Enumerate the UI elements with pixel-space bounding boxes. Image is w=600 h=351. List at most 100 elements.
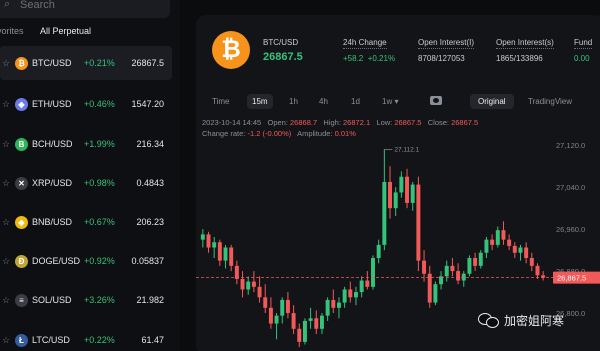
- bitcoin-cash-icon: B: [15, 137, 28, 151]
- tab-favorites[interactable]: avorites: [0, 26, 24, 36]
- candle-body: [433, 284, 438, 303]
- market-symbol: LTC/USD: [32, 335, 70, 345]
- market-row-bch[interactable]: ☆ B BCH/USD +1.99% 216.34: [0, 127, 172, 161]
- candle-body: [529, 257, 534, 266]
- market-symbol: SOL/USD: [32, 295, 72, 305]
- candle-body: [268, 307, 273, 324]
- market-symbol: DOGE/USD: [32, 256, 81, 266]
- solana-icon: ≡: [15, 293, 28, 307]
- candle-body: [518, 247, 523, 253]
- stat-label: 24h Change: [343, 38, 387, 49]
- stat-value: 8708/127053: [418, 54, 465, 63]
- market-row-ltc[interactable]: ☆ Ł LTC/USD +0.22% 61.47: [0, 323, 172, 351]
- interval-1h[interactable]: 1h: [289, 97, 298, 106]
- search-box[interactable]: ⌕ Search: [0, 0, 170, 18]
- xrp-icon: ✕: [15, 176, 28, 190]
- candle-body: [348, 289, 353, 298]
- star-icon[interactable]: ☆: [2, 99, 10, 110]
- candle-body: [507, 239, 512, 246]
- candle-body: [285, 299, 290, 314]
- star-icon[interactable]: ☆: [2, 58, 10, 69]
- interval-4h[interactable]: 4h: [319, 97, 328, 106]
- interval-1w[interactable]: 1w ▾: [382, 97, 398, 106]
- candle-body: [484, 239, 489, 253]
- price-axis-label: 27,040.0: [556, 183, 585, 192]
- time-button[interactable]: Time: [212, 97, 229, 106]
- market-change: +1.99%: [84, 139, 115, 149]
- candle-body: [319, 315, 324, 329]
- candle-body: [200, 234, 205, 240]
- candle-body: [405, 176, 410, 203]
- ohlc-info: 2023-10-14 14:45 Open: 26868.7 High: 268…: [202, 118, 479, 138]
- candle-body: [274, 315, 279, 324]
- candle-body: [416, 184, 421, 261]
- bitcoin-logo-icon: ₿: [212, 31, 250, 69]
- stat-open-interest-i: Open Interest(I) 8708/127053: [418, 38, 475, 63]
- stat-label[interactable]: Open Interest(s): [496, 38, 554, 49]
- wechat-icon: [478, 312, 500, 329]
- market-price: 1547.20: [131, 99, 164, 109]
- last-price: 26867.5: [263, 51, 303, 63]
- original-chart-tab[interactable]: Original: [470, 94, 514, 109]
- market-price: 206.23: [136, 217, 164, 227]
- star-icon[interactable]: ☆: [2, 178, 10, 189]
- market-change: +3.26%: [84, 295, 115, 305]
- stat-label[interactable]: Open Interest(I): [418, 38, 475, 49]
- star-icon[interactable]: ☆: [2, 256, 10, 267]
- candle-body: [217, 242, 222, 261]
- tradingview-chart-tab[interactable]: TradingView: [528, 97, 572, 106]
- candle-body: [501, 230, 506, 240]
- interval-15m[interactable]: 15m: [247, 94, 273, 109]
- star-icon[interactable]: ☆: [2, 139, 10, 150]
- stat-24h-change: 24h Change +58.2 +0.21%: [343, 38, 395, 63]
- candle-body: [382, 181, 387, 245]
- market-price: 21.982: [136, 295, 164, 305]
- star-icon[interactable]: ☆: [2, 295, 10, 306]
- candle-body: [353, 292, 358, 298]
- market-row-sol[interactable]: ☆ ≡ SOL/USD +3.26% 21.982: [0, 283, 172, 317]
- star-icon[interactable]: ☆: [2, 335, 10, 346]
- star-icon[interactable]: ☆: [2, 217, 10, 228]
- market-row-bnb[interactable]: ☆ ◆ BNB/USD +0.67% 206.23: [0, 205, 172, 239]
- candle-body: [336, 302, 341, 308]
- candle-body: [342, 289, 347, 303]
- candle-body: [444, 265, 449, 277]
- market-price: 0.4843: [136, 178, 164, 188]
- price-axis-label: 27,120.0: [556, 141, 585, 150]
- high-marker-label: 27,112.1: [394, 146, 419, 153]
- candle-body: [399, 176, 404, 193]
- bitcoin-icon: ₿: [15, 56, 28, 70]
- candle-body: [331, 299, 336, 308]
- market-symbol: BNB/USD: [32, 217, 73, 227]
- candle-body: [297, 328, 302, 342]
- candle-body: [495, 230, 500, 245]
- candle-body: [490, 239, 495, 245]
- candle-body: [541, 275, 546, 278]
- market-change: +0.21%: [84, 58, 115, 68]
- market-row-doge[interactable]: ☆ Ð DOGE/USD +0.92% 0.05837: [0, 244, 172, 278]
- candle-body: [393, 192, 398, 209]
- stat-value: 1865/133896: [496, 54, 543, 63]
- camera-icon[interactable]: [430, 96, 442, 105]
- market-change: +0.98%: [84, 178, 115, 188]
- market-symbol: BTC/USD: [32, 58, 72, 68]
- candle-body: [291, 313, 296, 329]
- stat-label[interactable]: Fund: [574, 38, 593, 49]
- candle-body: [263, 297, 268, 308]
- candle-body: [365, 280, 370, 287]
- interval-1d[interactable]: 1d: [351, 97, 360, 106]
- bnb-icon: ◆: [15, 215, 28, 229]
- search-input[interactable]: Search: [20, 0, 55, 11]
- market-symbol: BCH/USD: [32, 139, 73, 149]
- market-row-xrp[interactable]: ☆ ✕ XRP/USD +0.98% 0.4843: [0, 166, 172, 200]
- price-axis-label: 26,960.0: [556, 225, 585, 234]
- tab-all-perpetual[interactable]: All Perpetual: [40, 26, 91, 36]
- candle-body: [359, 280, 364, 293]
- market-change: +0.92%: [84, 256, 115, 266]
- search-icon: ⌕: [4, 0, 11, 10]
- stat-funding: Fund 0.00: [574, 38, 593, 63]
- market-row-eth[interactable]: ☆ ◆ ETH/USD +0.46% 1547.20: [0, 87, 172, 121]
- market-row-btc[interactable]: ☆ ₿ BTC/USD +0.21% 26867.5: [0, 46, 172, 80]
- chart-toolbar: Time 15m 1h 4h 1d 1w ▾ Original TradingV…: [196, 91, 600, 113]
- ethereum-icon: ◆: [15, 97, 28, 111]
